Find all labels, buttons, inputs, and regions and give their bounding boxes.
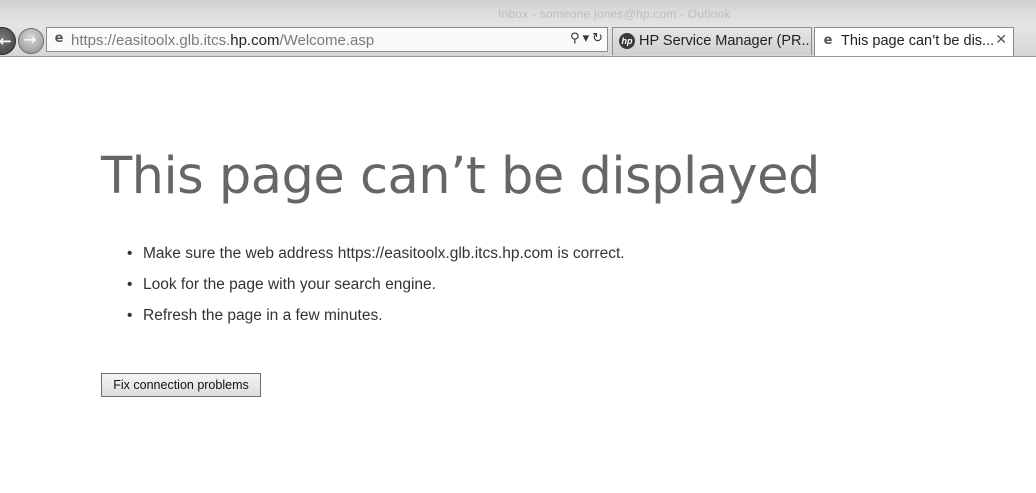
url-domain: hp.com bbox=[230, 32, 280, 49]
url-prefix: https://easitoolx.glb.itcs. bbox=[71, 32, 231, 49]
hp-logo-icon: hp bbox=[619, 33, 635, 49]
bullet-icon: • bbox=[127, 276, 133, 293]
address-bar-actions: ⚲ ▾ ↻ bbox=[567, 31, 603, 46]
close-tab-icon[interactable]: ✕ bbox=[995, 32, 1007, 48]
address-bar[interactable]: e https://easitoolx.glb.itcs.hp.com/Welc… bbox=[46, 27, 608, 52]
url-suffix: /Welcome.asp bbox=[279, 32, 375, 49]
search-icon[interactable]: ⚲ bbox=[570, 31, 580, 46]
ie-page-icon: e bbox=[54, 31, 64, 46]
bullet-icon: • bbox=[127, 307, 133, 324]
suggestion-text: Look for the page with your search engin… bbox=[143, 276, 436, 293]
back-arrow-icon: ← bbox=[0, 32, 12, 50]
search-dropdown-icon[interactable]: ▾ bbox=[583, 31, 590, 46]
list-item: • Make sure the web address https://easit… bbox=[127, 245, 625, 276]
tab-label: HP Service Manager (PR... bbox=[639, 33, 812, 49]
tab-error-page[interactable]: e This page can’t be dis... ✕ bbox=[814, 27, 1014, 56]
tab-label: This page can’t be dis... bbox=[841, 33, 995, 49]
suggestion-text: Refresh the page in a few minutes. bbox=[143, 307, 383, 324]
url-text[interactable]: https://easitoolx.glb.itcs.hp.com/Welcom… bbox=[71, 32, 374, 49]
page-content: This page can’t be displayed • Make sure … bbox=[0, 57, 1036, 493]
ie-page-icon: e bbox=[823, 33, 833, 48]
forward-button[interactable]: → bbox=[18, 28, 44, 54]
list-item: • Refresh the page in a few minutes. bbox=[127, 307, 625, 338]
refresh-icon[interactable]: ↻ bbox=[592, 31, 603, 46]
back-button[interactable]: ← bbox=[0, 27, 16, 55]
bullet-icon: • bbox=[127, 245, 133, 262]
suggestion-text: Make sure the web address https://easito… bbox=[143, 245, 625, 262]
window-title: Inbox - someone.jones@hp.com - Outlook bbox=[498, 7, 731, 21]
page-title: This page can’t be displayed bbox=[101, 147, 820, 206]
list-item: • Look for the page with your search engi… bbox=[127, 276, 625, 307]
tab-hp-service-manager[interactable]: hp HP Service Manager (PR... bbox=[612, 27, 812, 55]
browser-toolbar: Inbox - someone.jones@hp.com - Outlook ←… bbox=[0, 0, 1036, 57]
forward-arrow-icon: → bbox=[23, 30, 37, 49]
fix-connection-button[interactable]: Fix connection problems bbox=[101, 373, 261, 397]
suggestion-list: • Make sure the web address https://easit… bbox=[127, 245, 625, 338]
